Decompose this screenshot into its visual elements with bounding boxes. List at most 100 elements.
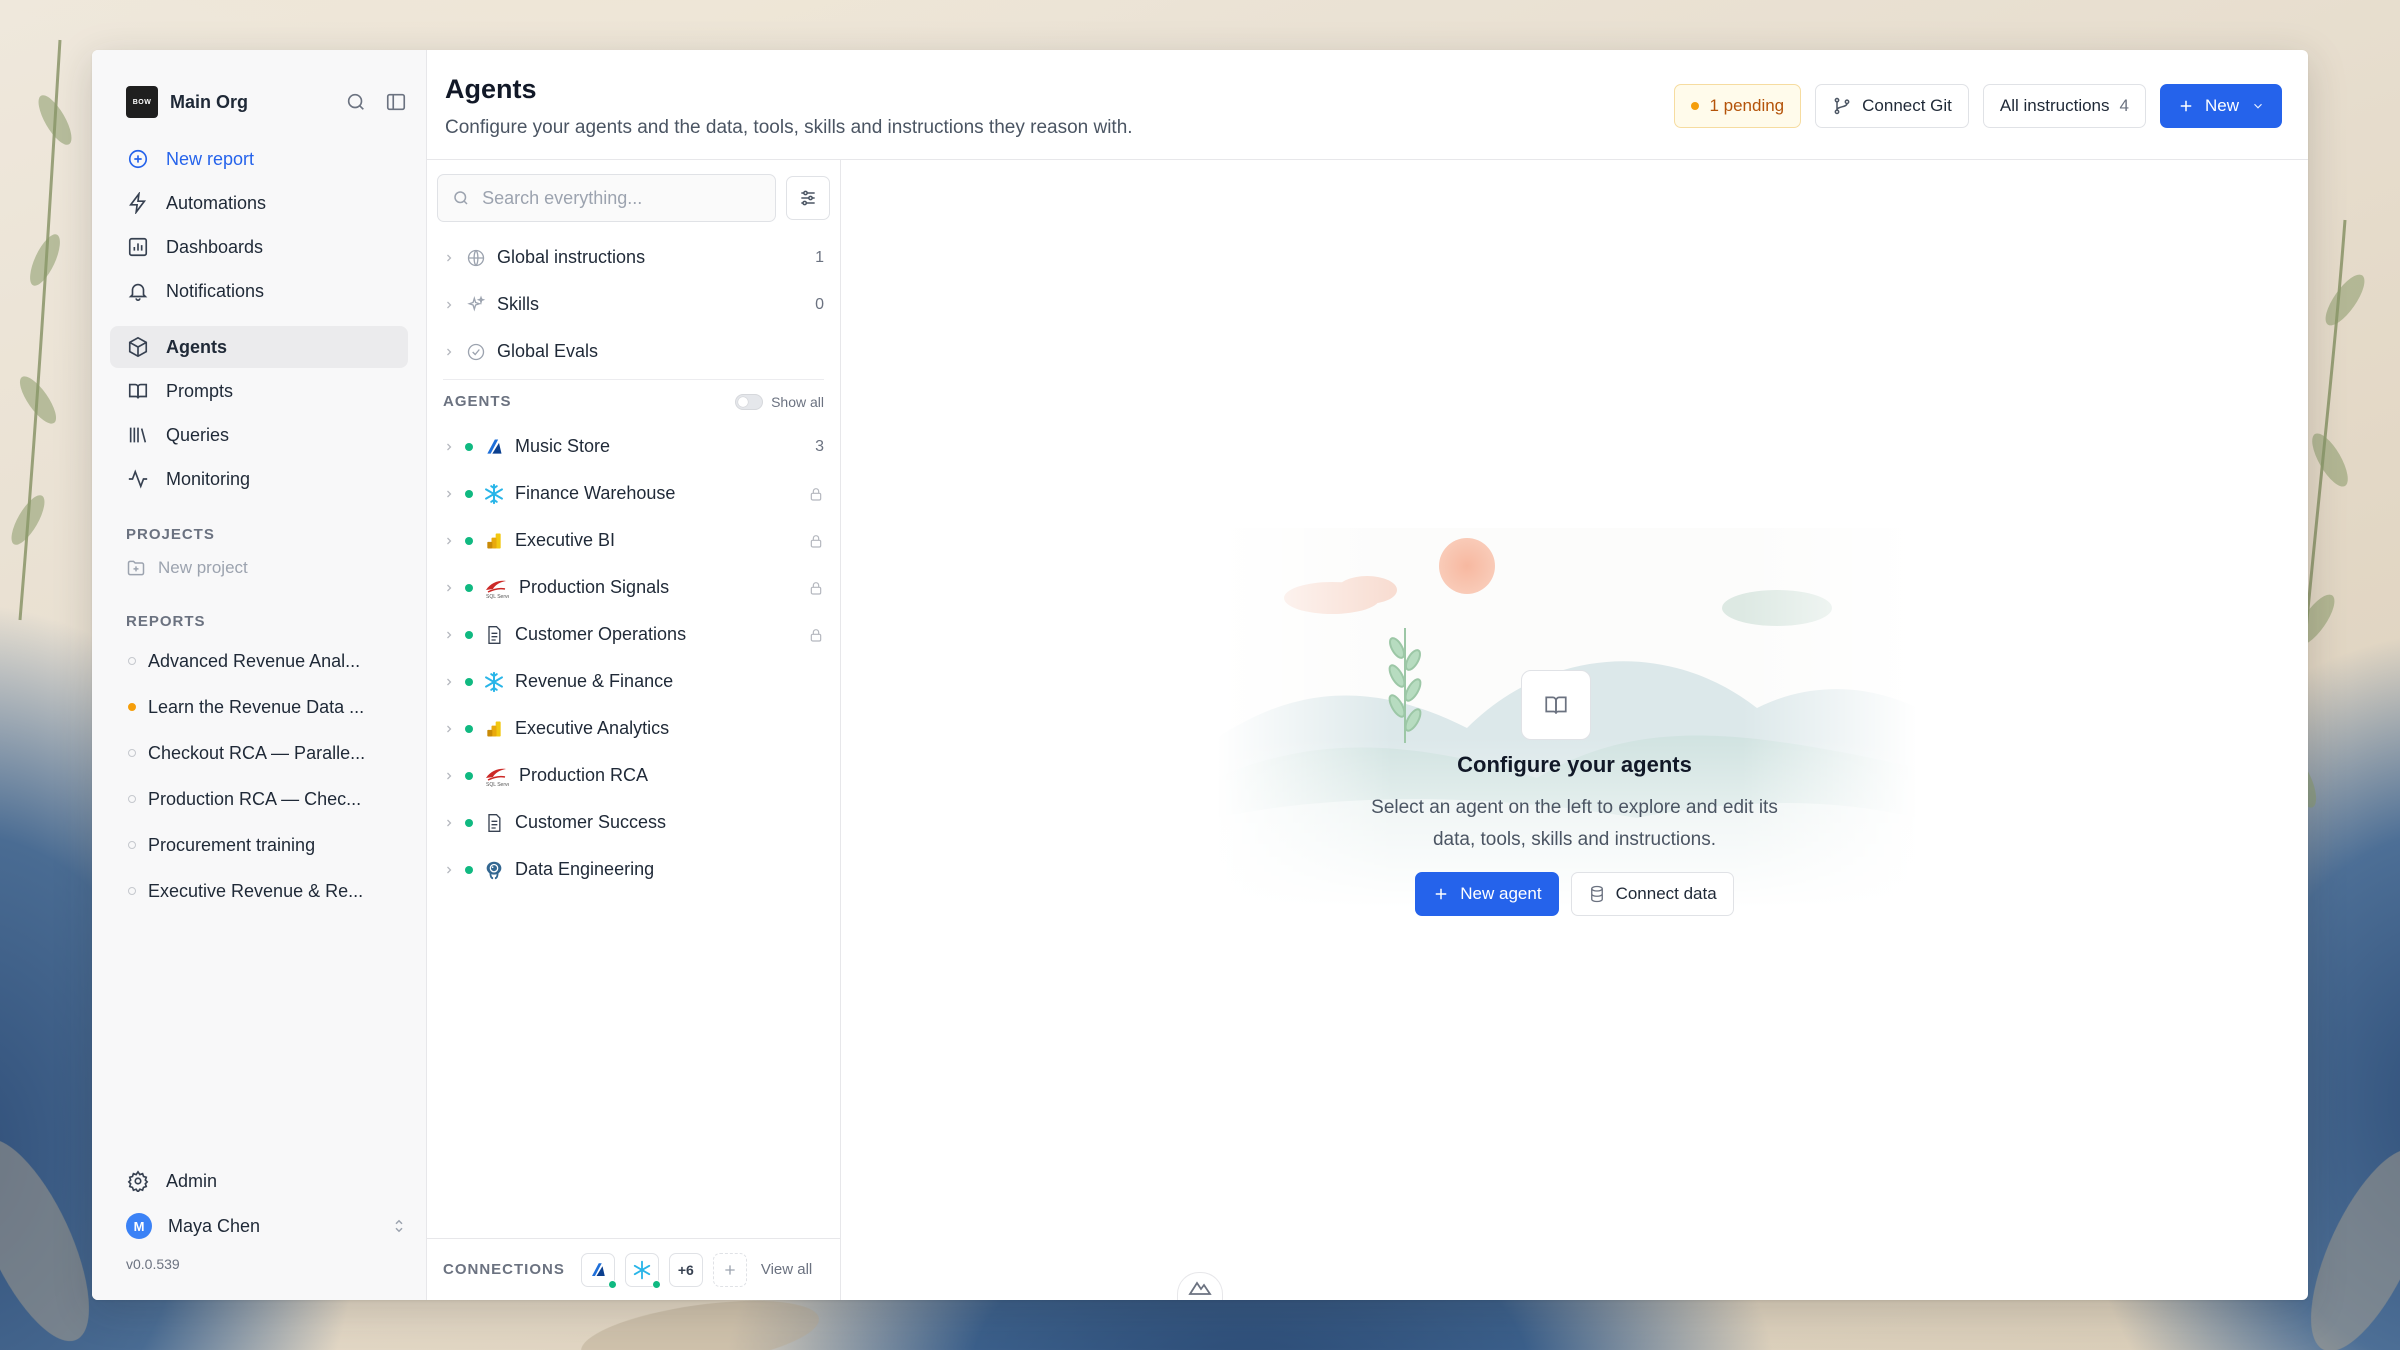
nav-admin[interactable]: Admin — [110, 1160, 408, 1202]
search-input[interactable] — [482, 187, 775, 209]
nav-dashboards[interactable]: Dashboards — [110, 226, 408, 268]
report-status-dot — [128, 841, 136, 849]
agent-row[interactable]: Revenue & Finance — [443, 658, 824, 705]
mountain-logo-icon — [1188, 1280, 1212, 1295]
report-status-dot — [128, 657, 136, 665]
document-icon — [483, 624, 505, 646]
sidebar: BOW Main Org New report Automations Dash… — [92, 50, 427, 1300]
page-header: Agents Configure your agents and the dat… — [427, 50, 2308, 160]
tree-skills[interactable]: Skills 0 — [443, 281, 824, 328]
report-item[interactable]: Production RCA — Chec... — [110, 776, 408, 822]
new-agent-button[interactable]: New agent — [1415, 872, 1559, 916]
report-item[interactable]: Checkout RCA — Paralle... — [110, 730, 408, 776]
report-item[interactable]: Advanced Revenue Anal... — [110, 638, 408, 684]
connect-data-label: Connect data — [1615, 884, 1717, 903]
connect-git-button[interactable]: Connect Git — [1815, 84, 1969, 128]
azure-sql-icon — [591, 1262, 605, 1276]
lock-icon — [808, 627, 824, 643]
tree-global-instructions[interactable]: Global instructions 1 — [443, 234, 824, 281]
report-item[interactable]: Learn the Revenue Data ... — [110, 684, 408, 730]
connection-azure-sql[interactable] — [580, 1252, 617, 1289]
agent-name: Production Signals — [519, 577, 670, 597]
lightning-icon — [126, 191, 150, 215]
show-all-label: Show all — [771, 393, 824, 410]
nav-queries[interactable]: Queries — [110, 414, 408, 456]
agent-row[interactable]: Data Engineering — [443, 846, 824, 893]
agent-row[interactable]: Finance Warehouse — [443, 470, 824, 517]
search-box — [437, 174, 776, 222]
agent-row[interactable]: Music Store 3 — [443, 423, 824, 470]
add-connection-button[interactable] — [712, 1252, 747, 1287]
agent-row[interactable]: Customer Operations — [443, 611, 824, 658]
empty-state-actions: New agent Connect data — [841, 872, 2308, 916]
pending-button[interactable]: 1 pending — [1674, 84, 1802, 128]
pending-dot — [1691, 102, 1700, 110]
sidebar-toggle-icon[interactable] — [384, 90, 408, 114]
nav-notifications[interactable]: Notifications — [110, 270, 408, 312]
agent-status-dot — [465, 771, 473, 780]
connect-git-label: Connect Git — [1862, 96, 1952, 115]
nav-monitoring[interactable]: Monitoring — [110, 458, 408, 500]
app-logo-tab[interactable] — [1177, 1272, 1223, 1300]
search-icon[interactable] — [344, 90, 368, 114]
nav-prompts[interactable]: Prompts — [110, 370, 408, 412]
report-item[interactable]: Executive Revenue & Re... — [110, 868, 408, 914]
nav-automations[interactable]: Automations — [110, 182, 408, 224]
new-project-button[interactable]: New project — [110, 551, 408, 585]
agent-row[interactable]: Customer Success — [443, 799, 824, 846]
lock-icon — [808, 486, 824, 502]
user-name: Maya Chen — [168, 1215, 261, 1236]
agent-status-dot — [465, 630, 473, 639]
cube-icon — [126, 335, 150, 359]
agent-row[interactable]: SQL Server Production RCA — [443, 752, 824, 799]
new-agent-label: New agent — [1460, 884, 1542, 903]
chevron-right-icon — [443, 817, 457, 829]
more-connections[interactable]: +6 — [668, 1252, 703, 1287]
tree-global-evals[interactable]: Global Evals — [443, 328, 824, 375]
chevron-right-icon — [443, 488, 457, 500]
plus-icon — [1432, 885, 1450, 903]
all-instructions-button[interactable]: All instructions 4 — [1982, 84, 2146, 128]
new-button[interactable]: New — [2159, 84, 2282, 128]
lock-icon — [808, 580, 824, 596]
svg-text:SQL Server: SQL Server — [486, 782, 509, 787]
filter-button[interactable] — [786, 176, 830, 220]
user-menu[interactable]: M Maya Chen — [110, 1204, 408, 1248]
org-switcher[interactable]: BOW Main Org — [110, 80, 408, 124]
empty-state: Configure your agents Select an agent on… — [841, 160, 2308, 1300]
nav-dashboards-label: Dashboards — [166, 236, 264, 257]
powerbi-icon — [483, 718, 505, 740]
agents-section-header: AGENTS Show all — [443, 379, 824, 423]
report-title: Checkout RCA — Paralle... — [148, 742, 366, 763]
tree-label: Skills — [497, 294, 540, 314]
empty-state-subtitle-line: data, tools, skills and instructions. — [1432, 829, 1717, 850]
agent-row[interactable]: SQL Server Production Signals — [443, 564, 824, 611]
agent-row[interactable]: Executive BI — [443, 517, 824, 564]
view-all-connections-link[interactable]: View all — [761, 1261, 812, 1278]
agent-row[interactable]: Executive Analytics — [443, 705, 824, 752]
agent-name: Production RCA — [519, 765, 649, 785]
empty-state-subtitle: Select an agent on the left to explore a… — [841, 792, 2308, 856]
new-project-label: New project — [158, 558, 248, 577]
report-title: Production RCA — Chec... — [148, 788, 362, 809]
org-logo: BOW — [126, 86, 158, 118]
document-icon — [483, 812, 505, 834]
svg-text:SQL Server: SQL Server — [486, 594, 509, 599]
avatar: M — [126, 1213, 152, 1239]
nav-new-report[interactable]: New report — [110, 138, 408, 180]
nav-prompts-label: Prompts — [166, 380, 234, 401]
chevron-up-down-icon — [390, 1217, 408, 1235]
book-open-icon — [1521, 670, 1591, 740]
report-item[interactable]: Procurement training — [110, 822, 408, 868]
connect-data-button[interactable]: Connect data — [1570, 872, 1734, 916]
activity-icon — [126, 467, 150, 491]
chevron-right-icon — [443, 535, 457, 547]
report-title: Executive Revenue & Re... — [148, 880, 364, 901]
nav-agents[interactable]: Agents — [110, 326, 408, 368]
report-status-dot — [128, 749, 136, 757]
snowflake-icon — [633, 1260, 651, 1279]
show-all-toggle[interactable] — [735, 393, 764, 410]
plus-icon — [2177, 97, 2195, 115]
agents-heading: AGENTS — [443, 393, 512, 410]
connection-snowflake[interactable] — [624, 1252, 661, 1289]
